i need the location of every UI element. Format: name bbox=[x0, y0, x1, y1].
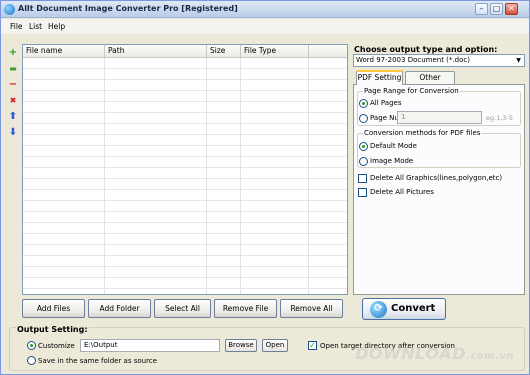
column-file-name[interactable]: File name bbox=[23, 45, 105, 58]
output-type-value: Word 97-2003 Document (*.doc) bbox=[356, 56, 470, 64]
file-list[interactable]: File name Path Size File Type bbox=[22, 44, 348, 295]
same-folder-radio[interactable] bbox=[27, 356, 36, 365]
convert-label: Convert bbox=[391, 303, 436, 314]
add-files-button[interactable]: Add Files bbox=[22, 299, 85, 318]
app-icon bbox=[4, 4, 15, 15]
move-up-icon[interactable]: ⬆ bbox=[8, 112, 18, 122]
all-pages-label: All Pages bbox=[370, 99, 402, 107]
open-after-conversion-checkbox[interactable]: ✓ bbox=[308, 341, 317, 350]
page-range-title: Page Range for Conversion bbox=[363, 87, 460, 95]
file-list-rows[interactable] bbox=[23, 58, 347, 294]
tab-pdf-setting[interactable]: PDF Setting bbox=[356, 70, 403, 85]
image-mode-label: Image Mode bbox=[370, 157, 414, 165]
app-window: Allt Document Image Converter Pro [Regis… bbox=[0, 0, 530, 375]
customize-label: Customize bbox=[38, 342, 75, 350]
watermark-text: DOWNLOAD bbox=[355, 344, 467, 363]
column-file-type[interactable]: File Type bbox=[241, 45, 309, 58]
output-type-select[interactable]: Word 97-2003 Document (*.doc) ▼ bbox=[353, 54, 525, 67]
delete-pictures-checkbox[interactable] bbox=[358, 188, 367, 197]
title-bar: Allt Document Image Converter Pro [Regis… bbox=[1, 1, 529, 18]
delete-icon[interactable]: ✖ bbox=[8, 96, 18, 106]
menu-list[interactable]: List bbox=[29, 22, 42, 31]
page-number-input[interactable]: 1 bbox=[397, 111, 482, 124]
move-down-icon[interactable]: ⬇ bbox=[8, 128, 18, 138]
output-path-input[interactable]: E:\Output bbox=[80, 339, 220, 352]
watermark-suffix: .com.vn bbox=[466, 351, 514, 362]
chevron-down-icon[interactable]: ▼ bbox=[514, 56, 523, 65]
menu-bar: File List Help bbox=[1, 19, 529, 34]
image-mode-radio[interactable] bbox=[359, 157, 368, 166]
page-number-radio[interactable] bbox=[359, 114, 368, 123]
browse-button[interactable]: Browse bbox=[225, 339, 257, 352]
remove-file-button[interactable]: Remove File bbox=[214, 299, 277, 318]
column-size[interactable]: Size bbox=[207, 45, 241, 58]
watermark-logo: DOWNLOAD.com.vn bbox=[355, 344, 514, 363]
select-all-button[interactable]: Select All bbox=[154, 299, 211, 318]
conversion-methods-title: Conversion methods for PDF files bbox=[363, 129, 482, 137]
menu-help[interactable]: Help bbox=[48, 22, 65, 31]
remove-icon[interactable]: − bbox=[8, 80, 18, 90]
same-folder-label: Save in the same folder as source bbox=[38, 357, 157, 365]
window-title: Allt Document Image Converter Pro [Regis… bbox=[18, 4, 238, 13]
close-button[interactable]: ✕ bbox=[505, 3, 518, 15]
add-folder-button[interactable]: Add Folder bbox=[88, 299, 151, 318]
delete-graphics-label: Delete All Graphics(lines,polygon,etc) bbox=[370, 174, 503, 182]
remove-all-button[interactable]: Remove All bbox=[280, 299, 343, 318]
page-number-hint: eg.1,3-5 bbox=[486, 114, 514, 122]
convert-icon: ⟳ bbox=[370, 301, 387, 318]
minimize-button[interactable]: – bbox=[475, 3, 488, 15]
menu-file[interactable]: File bbox=[10, 22, 23, 31]
column-path[interactable]: Path bbox=[105, 45, 207, 58]
convert-button[interactable]: ⟳ Convert bbox=[362, 298, 446, 320]
delete-pictures-label: Delete All Pictures bbox=[370, 188, 434, 196]
output-type-title: Choose output type and option: bbox=[354, 45, 498, 54]
output-setting-title: Output Setting: bbox=[16, 325, 89, 334]
all-pages-radio[interactable] bbox=[359, 99, 368, 108]
folder-icon[interactable]: ▬ bbox=[8, 64, 18, 74]
customize-radio[interactable] bbox=[27, 341, 36, 350]
file-list-header: File name Path Size File Type bbox=[23, 45, 347, 58]
tab-other-setting[interactable]: Other Setting bbox=[405, 71, 455, 94]
open-button[interactable]: Open bbox=[262, 339, 288, 352]
pdf-setting-panel: Page Range for Conversion All Pages Page… bbox=[353, 84, 525, 295]
add-icon[interactable]: + bbox=[8, 48, 18, 58]
maximize-button[interactable]: □ bbox=[490, 3, 503, 15]
default-mode-radio[interactable] bbox=[359, 142, 368, 151]
default-mode-label: Default Mode bbox=[370, 142, 417, 150]
delete-graphics-checkbox[interactable] bbox=[358, 174, 367, 183]
